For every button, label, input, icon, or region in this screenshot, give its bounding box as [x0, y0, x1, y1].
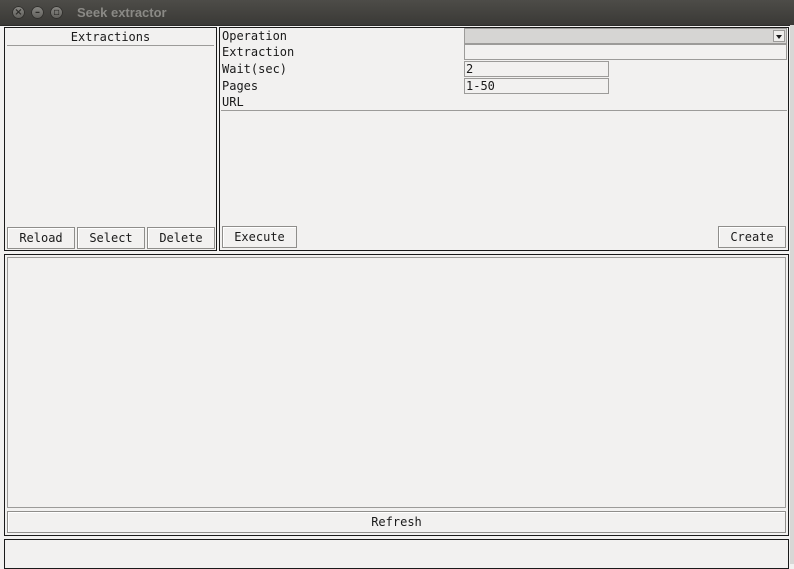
window-edge: [790, 25, 794, 564]
create-button[interactable]: Create: [718, 226, 786, 248]
pages-field[interactable]: 1-50: [464, 78, 609, 94]
url-label: URL: [222, 95, 244, 109]
results-output[interactable]: [7, 257, 786, 508]
delete-button[interactable]: Delete: [147, 227, 215, 249]
maximize-window-icon[interactable]: ▫: [50, 6, 63, 19]
extractions-header: Extractions: [7, 29, 214, 46]
close-window-icon[interactable]: ×: [12, 6, 25, 19]
refresh-button[interactable]: Refresh: [7, 511, 786, 533]
select-button[interactable]: Select: [77, 227, 145, 249]
pages-label: Pages: [222, 79, 259, 93]
wait-label: Wait(sec): [222, 62, 288, 76]
url-textarea[interactable]: [221, 110, 787, 223]
extraction-label: Extraction: [222, 45, 295, 59]
operation-select[interactable]: [464, 28, 787, 44]
chevron-down-icon[interactable]: [773, 30, 785, 42]
execute-button[interactable]: Execute: [222, 226, 297, 248]
wait-field[interactable]: 2: [464, 61, 609, 77]
reload-button[interactable]: Reload: [7, 227, 75, 249]
extractions-panel: Extractions Reload Select Delete: [4, 27, 217, 251]
results-panel: Refresh: [4, 254, 789, 536]
title-bar: × – ▫ Seek extractor: [0, 0, 794, 26]
minimize-window-icon[interactable]: –: [31, 6, 44, 19]
extractions-list[interactable]: [7, 47, 214, 224]
log-panel: [4, 539, 789, 569]
operation-label: Operation: [222, 29, 288, 43]
extraction-field[interactable]: [464, 44, 787, 60]
window-title: Seek extractor: [77, 5, 167, 20]
